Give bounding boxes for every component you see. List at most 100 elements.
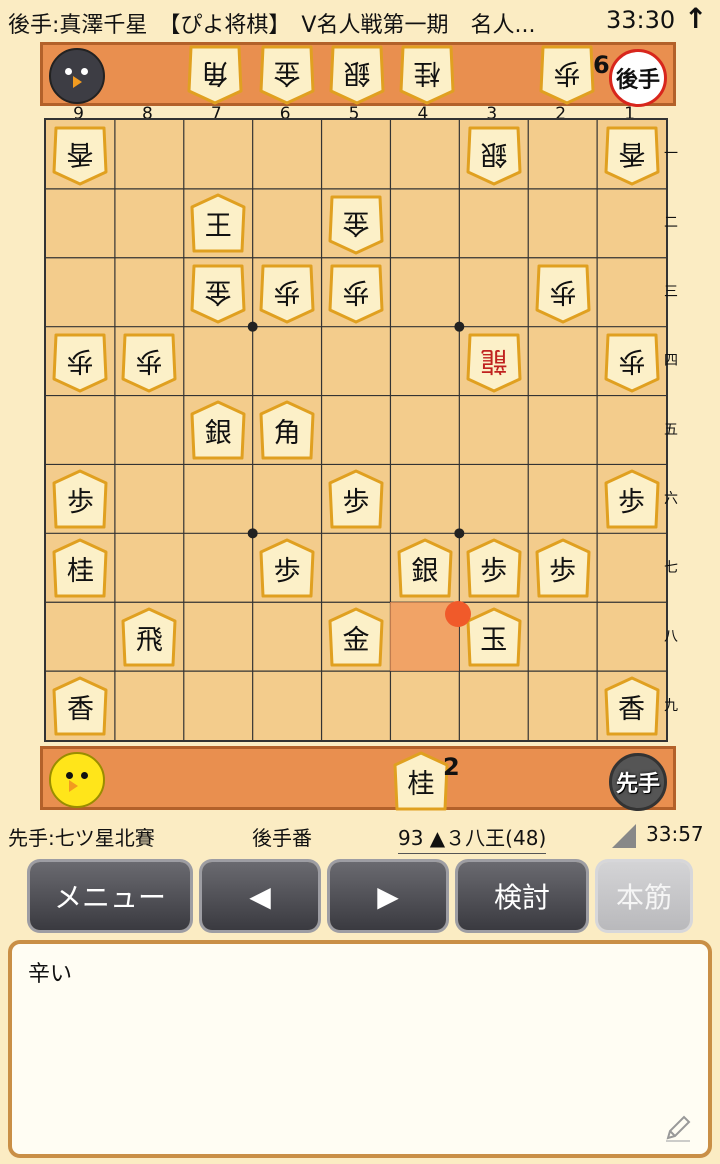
move-list-triangle-icon[interactable] [612, 824, 636, 848]
turn-indicator: 後手番 [252, 826, 312, 850]
sente-piece[interactable]: 香 [52, 676, 108, 738]
gote-piece[interactable]: 歩 [52, 331, 108, 393]
piece-label: 王 [204, 211, 232, 243]
rank-label: 二 [664, 215, 678, 232]
piece-label: 桂 [407, 769, 435, 800]
gote-piece[interactable]: 金 [328, 193, 384, 255]
game-title: 後手:真澤千星 【ぴよ将棋】 V名人戦第一期 名人... [8, 13, 536, 38]
piece-label: 歩 [549, 276, 577, 308]
gote-hand-piece[interactable]: 角 [187, 43, 243, 105]
sente-piece[interactable]: 玉 [466, 607, 522, 669]
piece-label: 桂 [413, 57, 441, 88]
piece-label: 歩 [135, 345, 163, 377]
sente-clock: 33:57 [646, 822, 704, 846]
sente-piece[interactable]: 歩 [328, 469, 384, 531]
gote-piece[interactable]: 歩 [604, 331, 660, 393]
comment-box[interactable]: 辛い [8, 940, 712, 1158]
star-point [454, 528, 465, 539]
gote-hand-piece[interactable]: 桂 [399, 43, 455, 105]
piece-label: 角 [273, 418, 301, 449]
gote-piece[interactable]: 金 [190, 262, 246, 324]
review-button[interactable]: 検討 [458, 862, 586, 930]
gote-piece[interactable]: 香 [604, 124, 660, 186]
shogi-board[interactable]: 香銀香王金金歩歩歩歩歩龍歩銀角歩歩歩桂歩銀歩歩飛金玉香香 [44, 118, 668, 742]
star-point [247, 528, 258, 539]
sente-piece[interactable]: 金 [328, 607, 384, 669]
gote-badge: 後手 [609, 49, 667, 107]
up-arrow-icon[interactable]: ↑ [684, 2, 707, 35]
piece-label: 歩 [549, 555, 577, 587]
piece-label: 歩 [273, 276, 301, 308]
sente-piece[interactable]: 桂 [52, 538, 108, 600]
sente-piece[interactable]: 歩 [535, 538, 591, 600]
piece-label: 歩 [480, 555, 508, 587]
gote-clock: 33:30 [606, 6, 676, 34]
gote-hand-piece[interactable]: 金 [259, 43, 315, 105]
piece-label: 香 [66, 693, 94, 725]
piece-label: 歩 [618, 345, 646, 377]
piece-label: 歩 [618, 486, 646, 518]
rank-label: 九 [664, 697, 678, 714]
star-point [247, 321, 258, 332]
piece-label: 銀 [411, 555, 439, 587]
piece-label: 桂 [66, 555, 94, 587]
gote-piece-stand[interactable]: 歩6 桂 銀 金 角 後手 [40, 42, 676, 107]
sente-piece[interactable]: 飛 [121, 607, 177, 669]
rank-label: 一 [664, 146, 678, 163]
gote-hand-piece[interactable]: 銀 [329, 43, 385, 105]
piece-label: 銀 [204, 418, 232, 449]
rank-label: 七 [664, 559, 678, 576]
piece-label: 金 [273, 57, 301, 88]
piece-label: 金 [342, 207, 370, 239]
gote-piece[interactable]: 歩 [328, 262, 384, 324]
prev-move-button[interactable]: ◀ [202, 862, 318, 930]
piece-label: 香 [618, 693, 646, 725]
sente-avatar [49, 752, 105, 808]
sente-piece-stand[interactable]: 桂2 先手 [40, 746, 676, 813]
piece-label: 銀 [480, 138, 508, 170]
sente-piece[interactable]: 角 [259, 400, 315, 462]
piece-label: 飛 [135, 624, 163, 656]
sente-piece[interactable]: 王 [190, 193, 246, 255]
star-point [454, 321, 465, 332]
piece-label: 歩 [342, 276, 370, 308]
rank-label: 四 [664, 353, 678, 370]
piece-label: 香 [618, 138, 646, 170]
move-record[interactable]: 93 ▲３八王(48) [398, 822, 547, 854]
rank-label: 八 [664, 628, 678, 645]
piece-label: 歩 [273, 555, 301, 587]
sente-piece[interactable]: 香 [604, 676, 660, 738]
piece-label: 歩 [553, 57, 581, 88]
gote-piece[interactable]: 歩 [259, 262, 315, 324]
gote-piece[interactable]: 香 [52, 124, 108, 186]
rank-label: 三 [664, 284, 678, 301]
pencil-icon[interactable] [662, 1112, 694, 1144]
piece-label: 歩 [66, 486, 94, 518]
piece-label: 玉 [480, 624, 508, 656]
hand-count: 2 [443, 753, 460, 781]
piece-label: 金 [342, 624, 370, 656]
sente-piece[interactable]: 銀 [397, 538, 453, 600]
sente-piece[interactable]: 歩 [466, 538, 522, 600]
gote-avatar [49, 48, 105, 104]
sente-piece[interactable]: 銀 [190, 400, 246, 462]
piece-label: 銀 [343, 57, 371, 88]
sente-piece[interactable]: 歩 [604, 469, 660, 531]
piece-label: 角 [201, 57, 229, 88]
next-move-button[interactable]: ▶ [330, 862, 446, 930]
menu-button[interactable]: メニュー [30, 862, 190, 930]
sente-piece[interactable]: 歩 [259, 538, 315, 600]
mainline-button: 本筋 [598, 862, 690, 930]
piece-label: 歩 [66, 345, 94, 377]
gote-hand-piece[interactable]: 歩 [539, 43, 595, 105]
rank-label: 六 [664, 490, 678, 507]
gote-piece[interactable]: 歩 [121, 331, 177, 393]
sente-piece[interactable]: 歩 [52, 469, 108, 531]
sente-hand-piece[interactable]: 桂 [393, 751, 449, 813]
sente-badge: 先手 [609, 753, 667, 811]
gote-piece[interactable]: 銀 [466, 124, 522, 186]
gote-piece[interactable]: 歩 [535, 262, 591, 324]
gote-piece[interactable]: 龍 [466, 331, 522, 393]
rank-label: 五 [664, 422, 678, 438]
piece-label: 金 [204, 276, 232, 308]
